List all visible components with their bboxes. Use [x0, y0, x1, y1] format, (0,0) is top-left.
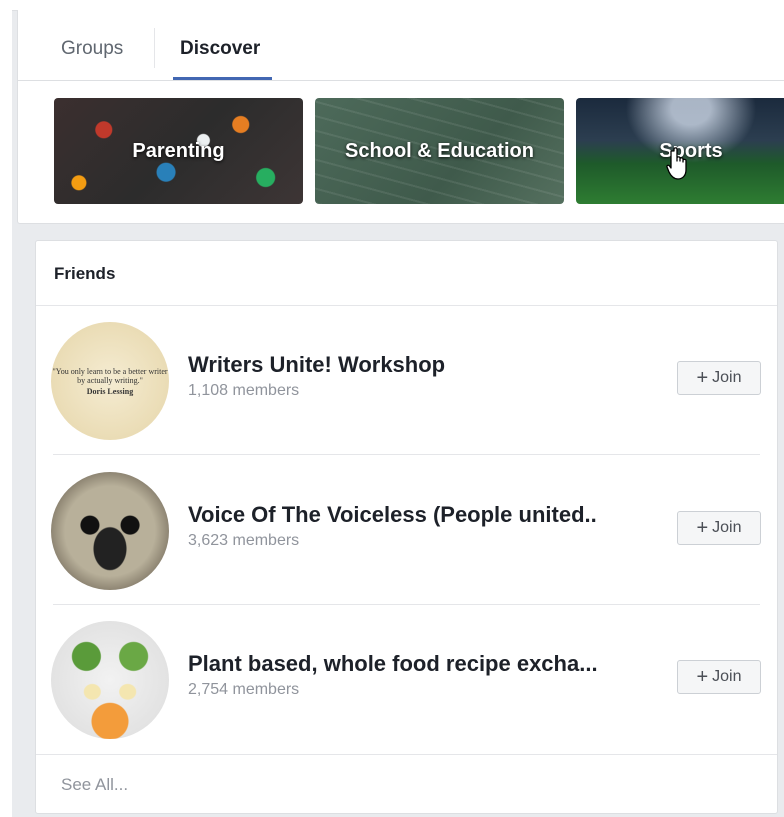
- plus-icon: +: [696, 367, 709, 389]
- join-label: Join: [712, 519, 742, 536]
- avatar-quote-text: "You only learn to be a better writer by…: [52, 366, 168, 385]
- friends-card: Friends "You only learn to be a better w…: [35, 240, 778, 814]
- tab-groups[interactable]: Groups: [61, 38, 123, 60]
- group-name[interactable]: Voice Of The Voiceless (People united..: [188, 502, 597, 528]
- category-label: School & Education: [345, 139, 534, 162]
- page-left-strip: [0, 0, 12, 817]
- category-label: Parenting: [132, 139, 225, 162]
- group-member-count: 3,623 members: [188, 532, 300, 549]
- group-name[interactable]: Plant based, whole food recipe excha...: [188, 651, 598, 677]
- group-avatar[interactable]: "You only learn to be a better writer by…: [51, 322, 169, 440]
- plus-icon: +: [696, 666, 709, 688]
- join-button[interactable]: + Join: [677, 511, 761, 545]
- group-member-count: 1,108 members: [188, 382, 300, 399]
- group-avatar[interactable]: [51, 621, 169, 739]
- join-label: Join: [712, 668, 742, 685]
- category-parenting[interactable]: Parenting: [54, 98, 303, 204]
- divider: [36, 754, 777, 755]
- discover-card: Groups Discover Parenting School & Educa…: [17, 10, 784, 224]
- friends-header: Friends: [36, 241, 777, 306]
- group-row: Plant based, whole food recipe excha... …: [36, 605, 777, 754]
- tab-divider: [154, 28, 155, 68]
- tab-bar: Groups Discover: [18, 10, 784, 81]
- plus-icon: +: [696, 517, 709, 539]
- category-school-education[interactable]: School & Education: [315, 98, 564, 204]
- avatar-quote-author: Doris Lessing: [86, 386, 134, 396]
- see-all-link[interactable]: See All...: [61, 775, 128, 795]
- group-avatar[interactable]: [51, 472, 169, 590]
- group-row: Voice Of The Voiceless (People united.. …: [36, 456, 777, 605]
- join-button[interactable]: + Join: [677, 660, 761, 694]
- join-button[interactable]: + Join: [677, 361, 761, 395]
- group-row: "You only learn to be a better writer by…: [36, 306, 777, 455]
- join-label: Join: [712, 369, 742, 386]
- tab-discover[interactable]: Discover: [180, 38, 260, 60]
- hand-pointer-cursor-icon: [666, 147, 687, 180]
- group-name[interactable]: Writers Unite! Workshop: [188, 352, 445, 378]
- friends-title: Friends: [54, 264, 116, 283]
- active-tab-indicator: [173, 77, 272, 80]
- group-member-count: 2,754 members: [188, 681, 300, 698]
